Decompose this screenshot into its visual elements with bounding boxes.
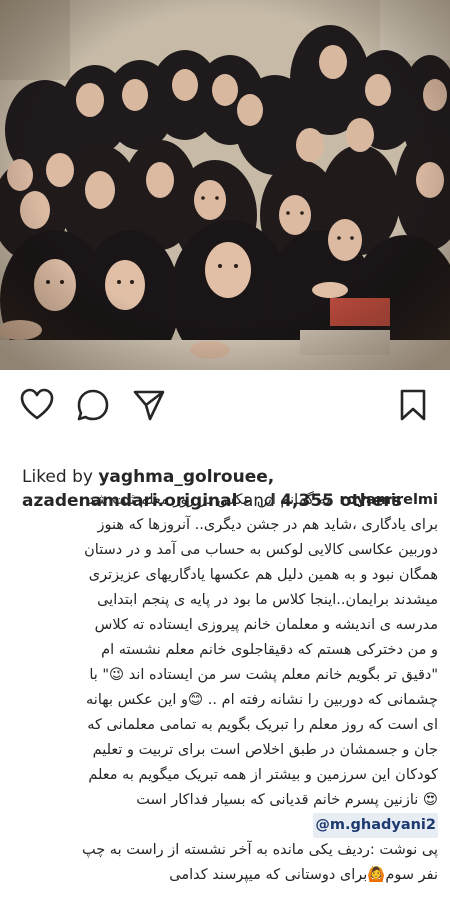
caption-line: "دقیق تر بگویم خانم معلم پشت سر من ایستا… [89, 667, 438, 683]
post-action-bar [0, 388, 450, 428]
liked-user-link[interactable]: yaghma_golrouee, [98, 467, 274, 487]
caption-line: کودکان این سرزمین و بیشتر از همه تبریک م… [88, 767, 438, 783]
caption-line: و من دخترکی هستم که دقیقاجلوی خانم معلم … [101, 642, 438, 658]
caption-line: به گمانم این عکس در روز معلم ثبت شد [87, 492, 331, 508]
caption-line: ای است که روز معلم را تبریک بگویم به تما… [87, 717, 438, 733]
mention-line: @m.ghadyani2 [10, 813, 438, 838]
caption-line: پی نوشت :ردیف یکی مانده به آخر نشسته از … [81, 842, 438, 858]
caption-first-line: royamirelmi به گمانم این عکس در روز معلم… [10, 488, 438, 513]
bookmark-icon[interactable] [398, 388, 428, 422]
mention-link[interactable]: @m.ghadyani2 [313, 813, 438, 838]
caption-line: برای یادگاری ،شاید هم در جشن دیگری.. آنر… [97, 517, 438, 533]
comment-icon[interactable] [76, 388, 110, 422]
caption-line: مدرسه ی اندیشه و معلمان خانم پیروزی ایست… [94, 617, 438, 633]
caption-line: میشدند برایمان..اینجا کلاس ما بود در پای… [97, 592, 438, 608]
caption-line: همگان نبود و به همین دلیل هم عکسها یادگا… [88, 567, 438, 583]
post-caption: royamirelmi به گمانم این عکس در روز معلم… [10, 488, 438, 888]
caption-line: دوربین عکاسی کالایی لوکس به حساب می آمد … [84, 542, 438, 558]
post-photo[interactable] [0, 0, 450, 370]
caption-line: چشمانی که دوربین را نشانه رفته ام .. 😊و … [86, 692, 438, 708]
share-icon[interactable] [132, 388, 166, 422]
heart-icon[interactable] [20, 388, 54, 422]
caption-line: نفر سوم🙆برای دوستانی که میپرسند کدامی [169, 867, 438, 883]
class-photo-illustration [0, 0, 450, 370]
caption-line: 😍 نازنین پسرم خانم قدیانی که بسیار فداکا… [136, 792, 438, 808]
caption-username[interactable]: royamirelmi [340, 492, 438, 508]
caption-line: جان و جسمشان در طبق اخلاص است برای تربیت… [92, 742, 438, 758]
liked-by-prefix: Liked by [22, 467, 99, 487]
